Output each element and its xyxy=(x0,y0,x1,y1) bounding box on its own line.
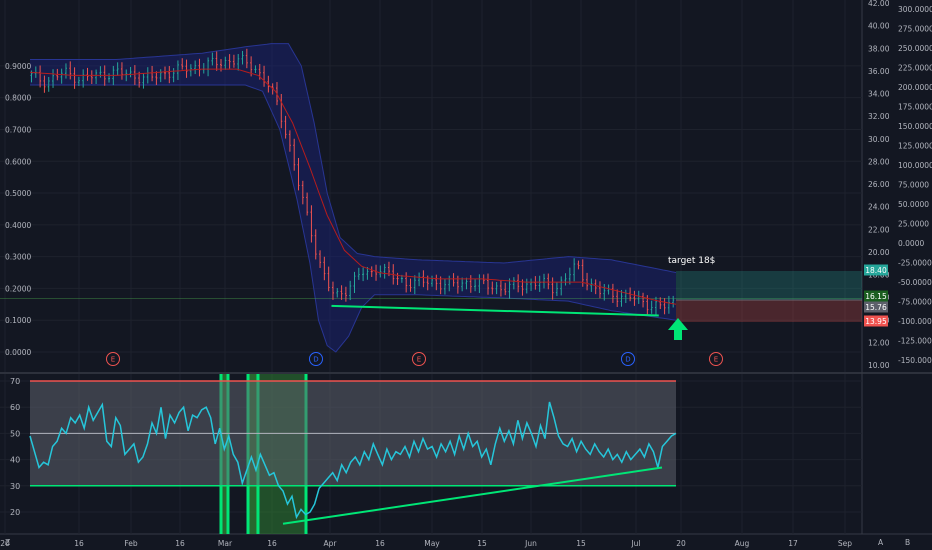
rsi-axis-tick: 50 xyxy=(10,429,20,438)
price-axis-tick: 38.00 xyxy=(868,44,890,53)
indicator-axis-tick: -100.0000 xyxy=(898,317,932,326)
indicator-axis-tick: 200.0000 xyxy=(898,83,932,92)
price-tag-label: 18.40 xyxy=(865,266,887,275)
event-label: D xyxy=(625,356,630,364)
indicator-axis-tick: 100.0000 xyxy=(898,161,932,170)
indicator-axis-tick: -50.0000 xyxy=(898,278,932,287)
price-axis-tick: 34.00 xyxy=(868,90,890,99)
indicator-axis-tick: -75.0000 xyxy=(898,298,932,307)
rsi-axis-tick: 40 xyxy=(10,456,20,465)
left-axis-tick: 0.6000 xyxy=(5,157,31,166)
left-axis-tick: 0.5000 xyxy=(5,189,31,198)
left-axis-tick: 0.8000 xyxy=(5,94,31,103)
event-label: E xyxy=(714,356,718,364)
rsi-band-box xyxy=(30,380,676,487)
time-axis-tick: 16 xyxy=(267,539,277,548)
price-tag-label: 13.95 xyxy=(865,317,887,326)
indicator-axis-tick: 275.0000 xyxy=(898,25,932,34)
price-tag-label: 16.15 xyxy=(865,292,887,301)
time-axis-tick: 17 xyxy=(788,539,798,548)
time-axis-tick: Sep xyxy=(838,539,852,548)
target-zone[interactable] xyxy=(676,271,862,300)
target-annotation: target 18$ xyxy=(668,256,715,266)
time-axis-tick: 16 xyxy=(375,539,385,548)
indicator-axis-tick: 175.0000 xyxy=(898,103,932,112)
zoom-icon[interactable]: Z xyxy=(5,538,10,547)
time-axis-tick: Apr xyxy=(324,539,338,548)
left-axis-tick: 0.9000 xyxy=(5,62,31,71)
time-axis-tick: 16 xyxy=(175,539,185,548)
event-label: E xyxy=(417,356,421,364)
time-axis-tick: 15 xyxy=(576,539,586,548)
time-axis-tick: Jul xyxy=(630,539,640,548)
price-axis-tick: 12.00 xyxy=(868,338,890,347)
price-axis-tick: 24.00 xyxy=(868,203,890,212)
time-axis-tick: Aug xyxy=(735,539,750,548)
time-axis-tick: 16 xyxy=(74,539,84,548)
time-axis-tick: Mar xyxy=(218,539,233,548)
price-tag-label: 15.76 xyxy=(865,303,887,312)
left-axis-tick: 0.2000 xyxy=(5,284,31,293)
time-axis-tick: 15 xyxy=(477,539,487,548)
price-axis-tick: 26.00 xyxy=(868,180,890,189)
stop-zone[interactable] xyxy=(676,300,862,322)
price-tags: 18.40 16.15 15.76 13.95 xyxy=(864,264,888,327)
time-axis-tick: 20 xyxy=(676,539,686,548)
price-axis-tick: 36.00 xyxy=(868,67,890,76)
left-axis-tick: 0.0000 xyxy=(5,348,31,357)
position-tool[interactable] xyxy=(676,271,862,322)
price-axis-tick: 28.00 xyxy=(868,157,890,166)
indicator-axis-tick: 50.0000 xyxy=(898,200,929,209)
chart-canvas: E D E D E target 18$ 0.9000 0.8000 0.7000 0.600… xyxy=(0,0,932,550)
event-label: D xyxy=(313,356,318,364)
left-axis-tick: 0.4000 xyxy=(5,221,31,230)
price-axis-tick: 30.00 xyxy=(868,135,890,144)
indicator-axis-tick: 75.0000 xyxy=(898,181,929,190)
indicator-axis-tick: 150.0000 xyxy=(898,122,932,131)
event-label: E xyxy=(111,356,115,364)
price-axis-tick: 22.00 xyxy=(868,225,890,234)
indicator-axis-tick: -150.0000 xyxy=(898,356,932,365)
price-axis-tick: 42.00 xyxy=(868,0,890,8)
time-axis-tick: May xyxy=(424,539,440,548)
indicator-axis-tick: -25.0000 xyxy=(898,259,932,268)
price-axis-tick: 32.00 xyxy=(868,112,890,121)
indicator-axis-tick: 250.0000 xyxy=(898,44,932,53)
auto-scale-icon[interactable]: A xyxy=(878,538,884,547)
indicator-axis-tick: 25.0000 xyxy=(898,220,929,229)
rsi-axis-tick: 60 xyxy=(10,403,20,412)
time-axis: 20 16 Feb 16 Mar 16 Apr 16 May 15 Jun 15 Jul 20 Aug 17 S… xyxy=(0,539,852,548)
left-axis-tick: 0.7000 xyxy=(5,125,31,134)
left-axis-tick: 0.1000 xyxy=(5,316,31,325)
rsi-axis-tick: 20 xyxy=(10,508,20,517)
indicator-axis-tick: -125.0000 xyxy=(898,337,932,346)
price-axis-tick: 10.00 xyxy=(868,361,890,370)
indicator-axis-tick: 300.0000 xyxy=(898,5,932,14)
time-axis-tick: Jun xyxy=(524,539,537,548)
indicator-axis-tick: 225.0000 xyxy=(898,64,932,73)
left-axis-tick: 0.3000 xyxy=(5,253,31,262)
log-scale-icon[interactable]: B xyxy=(905,538,910,547)
price-axis-tick: 20.00 xyxy=(868,248,890,257)
rsi-axis-tick: 70 xyxy=(10,377,20,386)
price-axis-tick: 40.00 xyxy=(868,22,890,31)
indicator-axis-tick: 125.0000 xyxy=(898,142,932,151)
rsi-axis-tick: 30 xyxy=(10,482,20,491)
time-axis-tick: Feb xyxy=(124,539,138,548)
indicator-axis-tick: 0.0000 xyxy=(898,239,924,248)
